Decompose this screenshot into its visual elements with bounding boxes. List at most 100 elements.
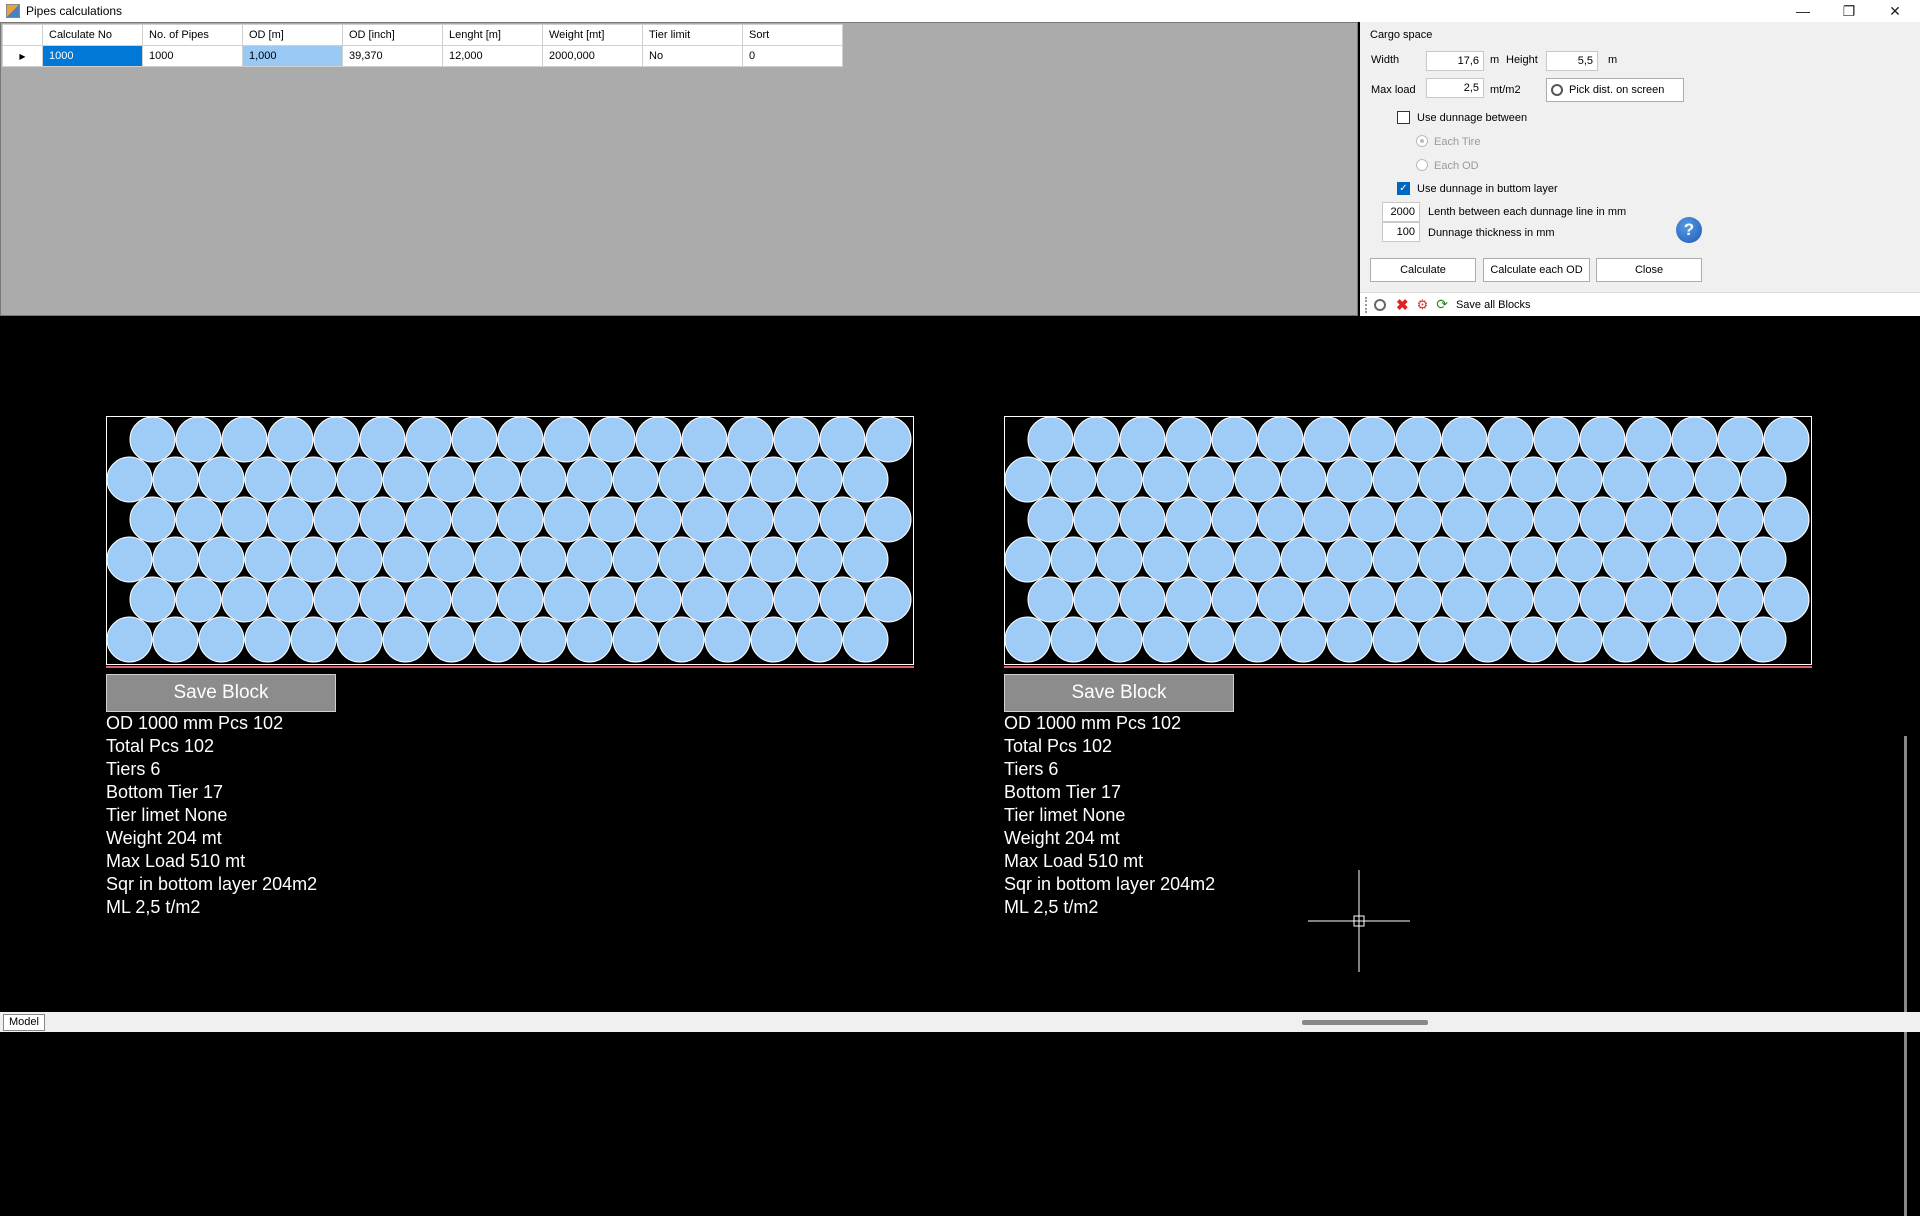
thickness-input[interactable]: 100	[1382, 222, 1420, 242]
maximize-button[interactable]: ❐	[1826, 0, 1872, 22]
info-line: Tiers 6	[106, 759, 161, 779]
pipe-circle	[1533, 416, 1580, 463]
pipe-circle	[474, 456, 521, 503]
col-tier-limit[interactable]: Tier limit	[642, 24, 743, 46]
blocks-icon[interactable]: ⚙	[1417, 297, 1429, 313]
lenth-input[interactable]: 2000	[1382, 202, 1420, 222]
each-tire-radio[interactable]	[1416, 135, 1428, 147]
col-od-m[interactable]: OD [m]	[242, 24, 343, 46]
pipe-circle	[1418, 616, 1465, 663]
pipe-circle	[1418, 536, 1465, 583]
pipe-circle	[290, 456, 337, 503]
save-block-button-1[interactable]: Save Block	[106, 674, 336, 712]
info-line: Max Load 510 mt	[1004, 851, 1144, 871]
each-od-radio[interactable]	[1416, 159, 1428, 171]
pipe-circle	[336, 616, 383, 663]
drawing-canvas[interactable]: Save Block OD 1000 mm Pcs 102 Total Pcs …	[0, 316, 1920, 1216]
pick-distance-button[interactable]: Pick dist. on screen	[1546, 78, 1684, 102]
col-calculate-no[interactable]: Calculate No	[42, 24, 143, 46]
pipe-circle	[198, 536, 245, 583]
pipes-grid: Calculate No No. of Pipes OD [m] OD [inc…	[2, 24, 843, 67]
pipe-circle	[1027, 496, 1074, 543]
use-dunnage-bottom-checkbox[interactable]: ✓	[1397, 182, 1410, 195]
pipe-circle	[1073, 576, 1120, 623]
refresh-icon[interactable]: ⟳	[1436, 296, 1448, 313]
maxload-input[interactable]: 2,5	[1426, 78, 1484, 98]
pipe-circle	[681, 416, 728, 463]
pipe-circle	[1694, 616, 1741, 663]
pipe-circle	[1694, 456, 1741, 503]
calculate-button[interactable]: Calculate	[1370, 258, 1476, 282]
pipe-circle	[1648, 616, 1695, 663]
pipe-circle	[773, 576, 820, 623]
pipe-circle	[1372, 616, 1419, 663]
pipe-circle	[1556, 456, 1603, 503]
cell-tier-limit[interactable]: No	[642, 45, 743, 67]
pipe-circle	[1579, 416, 1626, 463]
pipe-circle	[221, 576, 268, 623]
pipe-circle	[1372, 456, 1419, 503]
col-weight[interactable]: Weight [mt]	[542, 24, 643, 46]
calculate-each-od-button[interactable]: Calculate each OD	[1483, 258, 1590, 282]
close-button[interactable]: Close	[1596, 258, 1702, 282]
pipe-circle	[1671, 576, 1718, 623]
close-window-button[interactable]: ✕	[1872, 0, 1918, 22]
pipe-circle	[175, 496, 222, 543]
cell-od-inch[interactable]: 39,370	[342, 45, 443, 67]
minimize-button[interactable]: —	[1780, 0, 1826, 22]
pipe-circle	[405, 496, 452, 543]
window-title: Pipes calculations	[26, 4, 123, 18]
width-input[interactable]: 17,6	[1426, 51, 1484, 71]
info-line: Max Load 510 mt	[106, 851, 246, 871]
table-row[interactable]: ▶ 1000 1000 1,000 39,370 12,000 2000,000…	[2, 45, 843, 67]
save-block-button-2[interactable]: Save Block	[1004, 674, 1234, 712]
pipe-circle	[727, 416, 774, 463]
pipe-circle	[221, 416, 268, 463]
pipe-circle	[152, 536, 199, 583]
cell-no-of-pipes[interactable]: 1000	[142, 45, 243, 67]
pipe-circle	[1096, 536, 1143, 583]
pipe-circle	[244, 536, 291, 583]
cell-sort[interactable]: 0	[742, 45, 843, 67]
col-sort[interactable]: Sort	[742, 24, 843, 46]
pipe-circle	[359, 496, 406, 543]
col-od-inch[interactable]: OD [inch]	[342, 24, 443, 46]
lenth-label: Lenth between each dunnage line in mm	[1428, 206, 1627, 218]
pipe-circle	[1142, 536, 1189, 583]
pipe-circle	[796, 536, 843, 583]
pipe-circle	[1142, 456, 1189, 503]
model-tab[interactable]: Model	[3, 1014, 45, 1031]
pipe-circle	[520, 456, 567, 503]
col-no-of-pipes[interactable]: No. of Pipes	[142, 24, 243, 46]
pipe-circle	[1579, 576, 1626, 623]
pipe-circle	[1579, 496, 1626, 543]
vertical-scrollbar[interactable]	[1904, 736, 1907, 1216]
row-selector-icon[interactable]: ▶	[2, 45, 43, 67]
cell-lenght[interactable]: 12,000	[442, 45, 543, 67]
pipe-circle	[129, 576, 176, 623]
save-all-blocks-button[interactable]: Save all Blocks	[1456, 299, 1531, 311]
pipe-circle	[1671, 416, 1718, 463]
pipe-circle	[1372, 536, 1419, 583]
pipe-circle	[497, 416, 544, 463]
use-dunnage-between-checkbox[interactable]	[1397, 111, 1410, 124]
cell-weight[interactable]: 2000,000	[542, 45, 643, 67]
pipe-block-2	[1004, 416, 1812, 670]
zoom-icon[interactable]	[1374, 298, 1386, 311]
pipe-circle	[612, 616, 659, 663]
pipe-circle	[152, 456, 199, 503]
pipe-circle	[612, 536, 659, 583]
help-icon[interactable]: ?	[1676, 217, 1702, 243]
delete-icon[interactable]: ✖	[1396, 296, 1409, 314]
height-input[interactable]: 5,5	[1546, 51, 1598, 71]
cell-od-m[interactable]: 1,000	[242, 45, 343, 67]
row-header-corner	[2, 24, 43, 46]
pipe-circle	[244, 456, 291, 503]
horizontal-scrollbar[interactable]	[1302, 1020, 1428, 1025]
cell-calculate-no[interactable]: 1000	[42, 45, 143, 67]
col-lenght[interactable]: Lenght [m]	[442, 24, 543, 46]
pipe-circle	[842, 536, 889, 583]
info-line: Tier limet None	[1004, 805, 1126, 825]
pipe-circle	[658, 456, 705, 503]
pipe-circle	[1763, 576, 1810, 623]
